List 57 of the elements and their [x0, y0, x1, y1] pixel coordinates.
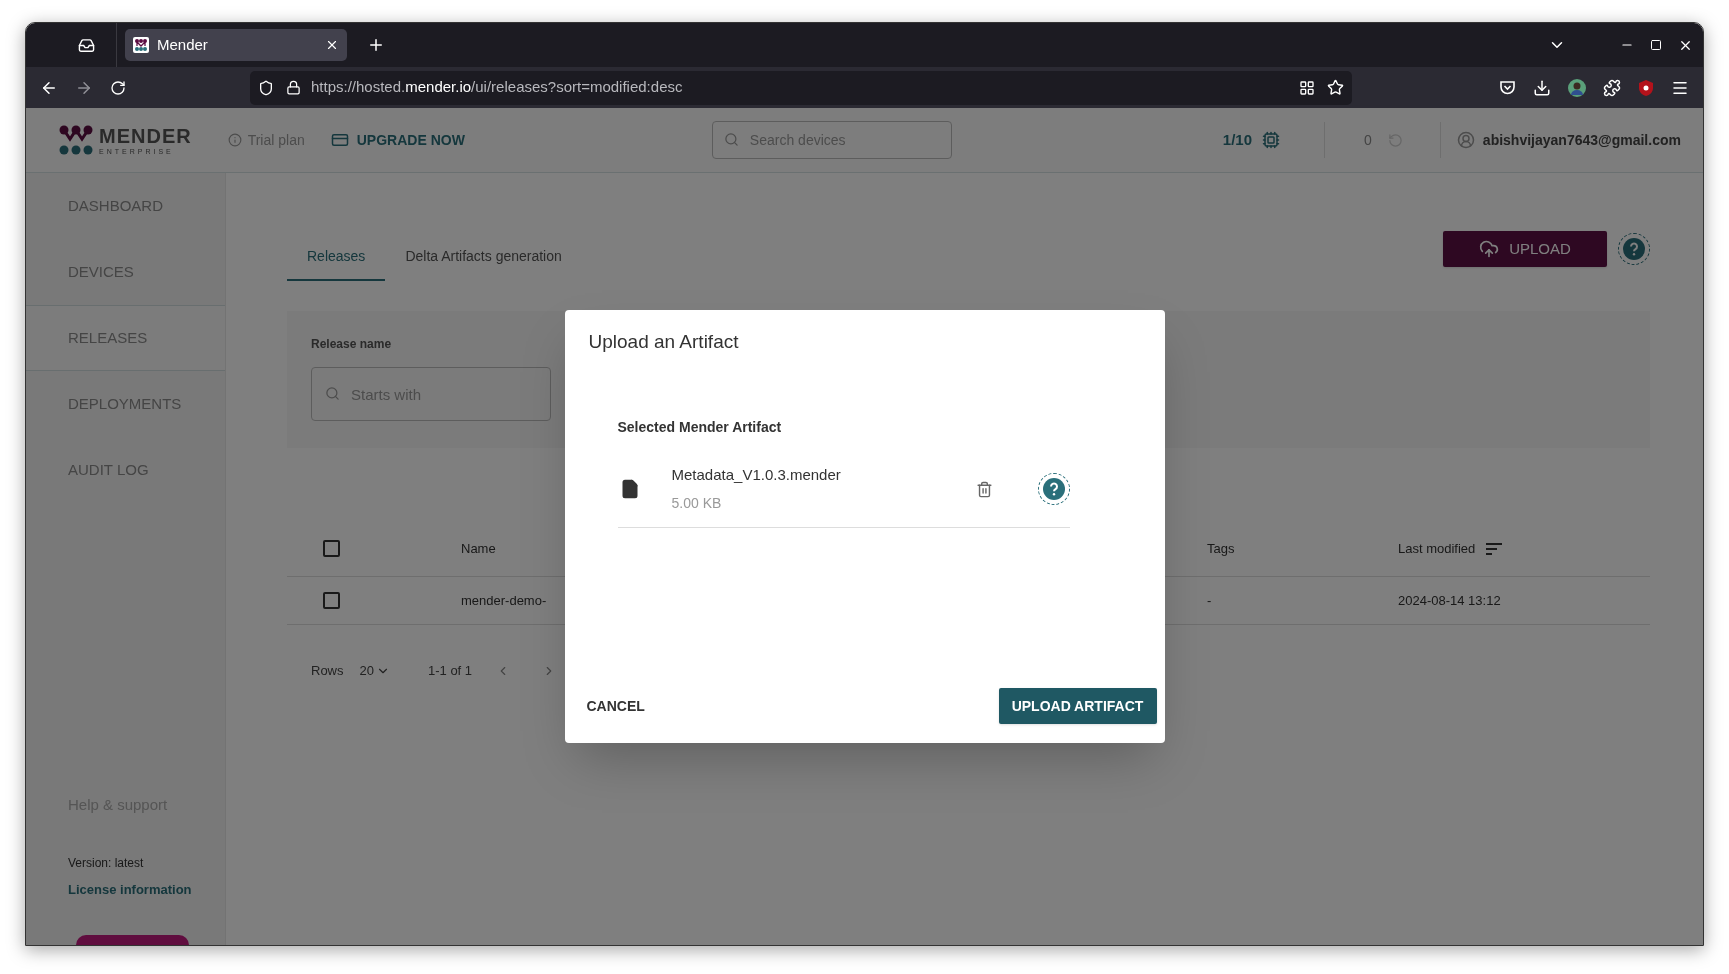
lock-icon[interactable]	[286, 80, 301, 95]
new-tab-icon[interactable]	[367, 36, 385, 54]
sort-icon[interactable]	[1485, 541, 1504, 556]
column-header: Name	[461, 539, 497, 558]
pending-count: 0	[1364, 130, 1372, 150]
user-email[interactable]: abishvijayan7643@gmail.com	[1482, 129, 1681, 151]
chip-icon[interactable]	[1262, 131, 1281, 149]
upgrade-link[interactable]: UPGRADE NOW	[330, 129, 465, 151]
file-name: Metadata_V1.0.3.mender	[671, 465, 841, 486]
column-header: Last modified	[1398, 539, 1476, 558]
info-icon	[227, 133, 242, 147]
dialog-title: Upload an Artifact	[588, 330, 740, 354]
maximize-icon[interactable]	[1650, 39, 1662, 51]
logo-icon	[59, 124, 93, 156]
cancel-button[interactable]: CANCEL	[576, 688, 655, 724]
device-count[interactable]: 1/10	[1222, 128, 1253, 152]
download-icon[interactable]	[1533, 78, 1551, 97]
rows-label: Rows	[311, 662, 344, 680]
partial-button[interactable]	[76, 935, 189, 945]
shield-icon[interactable]	[258, 79, 274, 96]
star-icon[interactable]	[1327, 79, 1344, 96]
cloud-upload-icon	[1479, 239, 1500, 259]
reload-icon[interactable]	[110, 79, 126, 96]
upload-artifact-button[interactable]: UPLOAD ARTIFACT	[998, 688, 1157, 724]
tray-icon[interactable]	[78, 36, 95, 54]
section-title: Selected Mender Artifact	[617, 417, 783, 437]
logo-text: MENDER	[99, 125, 192, 146]
version-label: Version: latest	[67, 854, 145, 872]
checkbox[interactable]	[323, 592, 340, 609]
url-text: https://hosted.mender.io/ui/releases?sort=modified:desc	[311, 77, 683, 98]
file-size: 5.00 KB	[671, 493, 723, 513]
close-icon[interactable]	[325, 38, 339, 52]
tab[interactable]: Delta Artifacts generation	[385, 233, 582, 281]
rows-select[interactable]: 20	[359, 661, 390, 681]
tab-title: Mender	[157, 34, 209, 55]
filter-label: Release name	[311, 336, 392, 353]
shield-icon[interactable]	[1638, 78, 1654, 97]
avatar-icon[interactable]	[1568, 78, 1586, 97]
card-icon	[330, 131, 349, 149]
table-cell-text: 2024-08-14 13:12	[1398, 591, 1501, 610]
extension-icon[interactable]	[1603, 78, 1621, 97]
logo-icon	[133, 37, 149, 53]
checkbox[interactable]	[323, 540, 340, 557]
search-icon	[723, 132, 739, 147]
pocket-icon[interactable]	[1499, 79, 1516, 96]
delete-icon[interactable]	[975, 480, 993, 498]
tab[interactable]: Releases	[287, 233, 386, 281]
table-cell-text: mender-demo-	[461, 591, 548, 610]
address-bar[interactable]: https://hosted.mender.io/ui/releases?sort=modified:desc	[250, 70, 1352, 105]
table-cell-text: -	[1207, 591, 1213, 610]
grid-icon[interactable]	[1299, 79, 1315, 96]
browser-tab[interactable]: Mender	[125, 29, 347, 61]
search-icon	[325, 386, 340, 401]
upload-button[interactable]: UPLOAD	[1443, 231, 1607, 267]
license-link[interactable]: License information	[26, 879, 225, 899]
page-range: 1-1 of 1	[428, 662, 473, 680]
column-header: Tags	[1207, 539, 1236, 558]
